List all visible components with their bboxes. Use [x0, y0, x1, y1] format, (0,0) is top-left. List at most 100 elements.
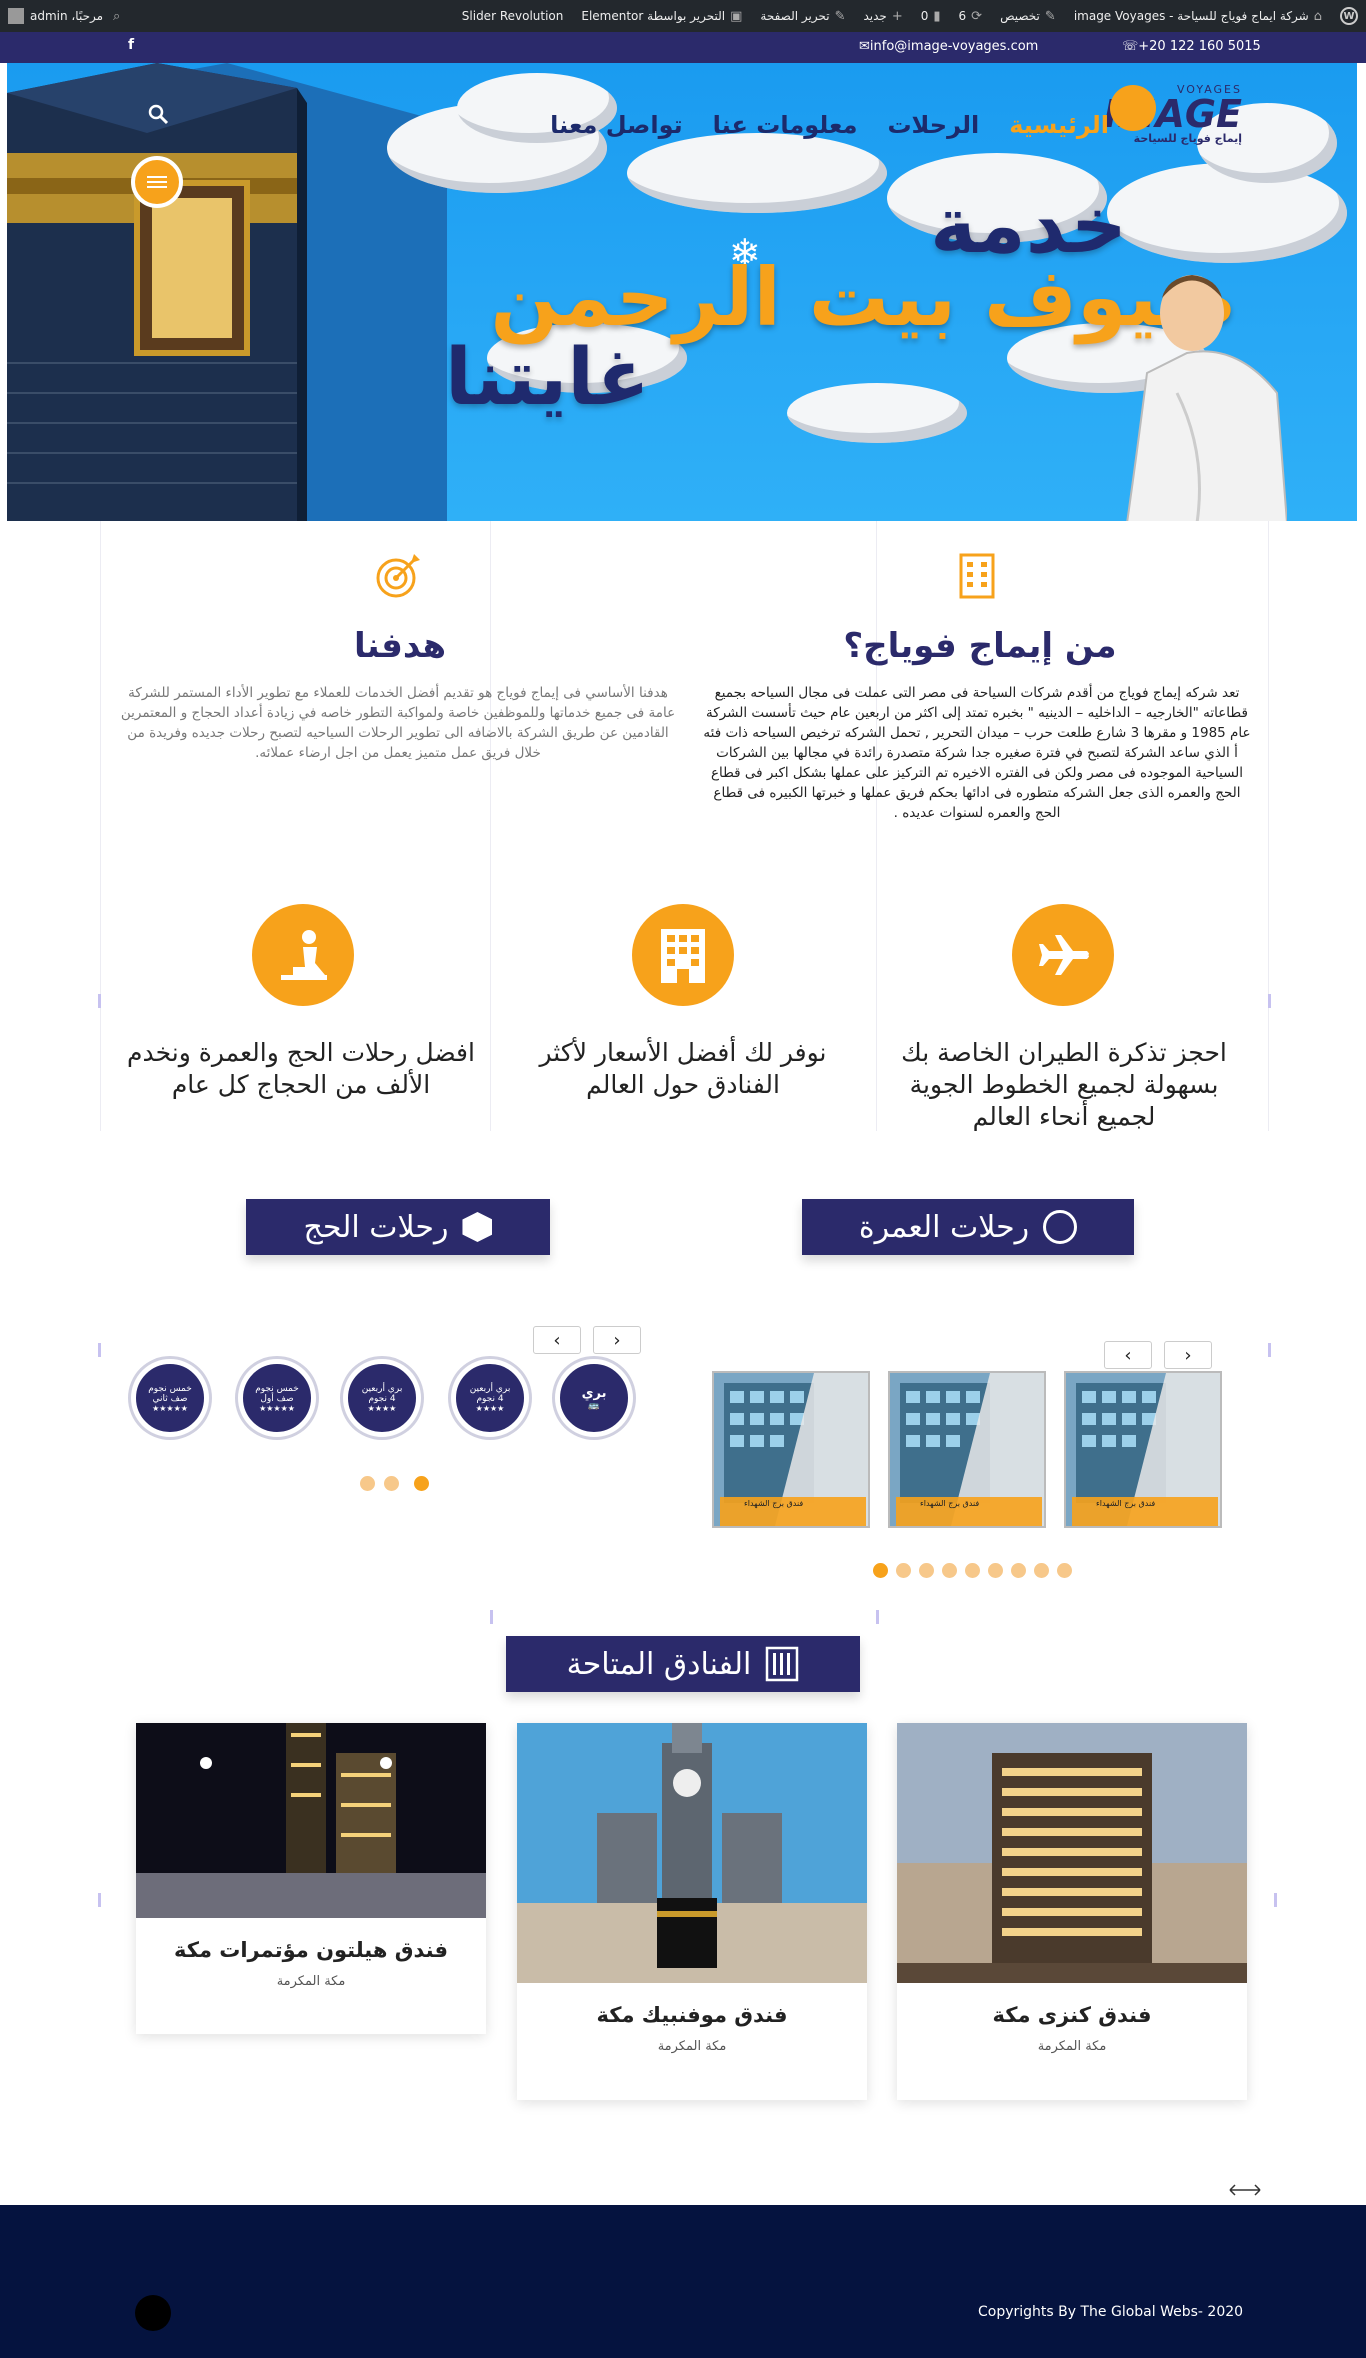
admin-bar: W ⌂ شركة ايماج فوياج للسياحة - image Voya… [0, 0, 1366, 32]
hajj-dot-1[interactable] [414, 1476, 429, 1491]
kaaba-illustration [7, 63, 447, 521]
umrah-card[interactable]: فندق برج الشهداء [712, 1371, 870, 1528]
search-icon[interactable] [147, 103, 169, 125]
admin-comments[interactable]: ▮ 0 [921, 9, 941, 24]
cloud [627, 133, 887, 213]
wp-logo[interactable]: W [1340, 7, 1358, 25]
slider-arrows-icon[interactable] [1228, 2183, 1262, 2197]
umrah-dot-2[interactable] [896, 1563, 911, 1578]
home-icon: ⌂ [1313, 8, 1322, 24]
feature-hajj-text: افضل رحلات الحج والعمرة ونخدم الألف من ا… [127, 1038, 475, 1099]
hajj-badge-land-forty-2[interactable]: بري أربعين 4 نجوم ★★★★ [343, 1359, 421, 1437]
mail-icon: ✉ [859, 39, 870, 54]
nav-trips[interactable]: الرحلات [887, 111, 979, 139]
divider-dash [98, 994, 101, 1008]
hajj-badge-land[interactable]: بري 🚌 [555, 1359, 633, 1437]
admin-updates[interactable]: ⟳ 6 [959, 9, 983, 24]
admin-slider-revolution[interactable]: Slider Revolution [462, 9, 564, 23]
hajj-badge-land-forty[interactable]: بري أربعين 4 نجوم ★★★★ [451, 1359, 529, 1437]
site-logo[interactable]: VOYAGES IMAGE إيماج فوياج للسياحة [1102, 83, 1242, 161]
umrah-card[interactable]: فندق برج الشهداء [1064, 1371, 1222, 1528]
about-text: تعد شركه إيماج فوياج من أقدم شركات السيا… [703, 685, 1251, 821]
hotel-location: مكة المكرمة [276, 1974, 346, 1989]
brush-icon: ✎ [1044, 8, 1056, 24]
umrah-dot-7[interactable] [1011, 1563, 1026, 1578]
hajj-dot-3[interactable] [360, 1476, 375, 1491]
hajj-trips-button[interactable]: رحلات الحج [246, 1199, 550, 1255]
nav-home[interactable]: الرئيسية [1009, 111, 1109, 139]
goal-title: هدفنا [353, 626, 447, 666]
hotel-photo [517, 1723, 867, 1983]
target-icon [376, 554, 420, 598]
hotels-title-button[interactable]: الفنادق المتاحة [506, 1636, 860, 1692]
divider-dash [1268, 1343, 1271, 1357]
umrah-card[interactable]: فندق برج الشهداء [888, 1371, 1046, 1528]
hotel-name: فندق موفنبيك مكة [596, 2003, 788, 2027]
hotel-location: مكة المكرمة [657, 2039, 727, 2054]
umrah-dot-5[interactable] [965, 1563, 980, 1578]
divider-dash [1274, 1893, 1277, 1907]
about-title: من إيماج فوياج؟ [843, 626, 1117, 666]
admin-edit-page[interactable]: ✎ تحرير الصفحة [760, 9, 845, 24]
hotel-location: مكة المكرمة [1037, 2039, 1107, 2054]
hajj-badge-five-second[interactable]: خمس نجوم صف ثاني ★★★★★ [131, 1359, 209, 1437]
admin-bar-right-group: ⌕ مرحبًا، admin [8, 0, 120, 32]
search-icon[interactable]: ⌕ [113, 9, 120, 24]
logo-swoosh [1110, 85, 1156, 131]
column-divider [1268, 521, 1269, 1131]
hotel-card-hilton[interactable]: فندق هيلتون مؤتمرات مكة مكة المكرمة [136, 1723, 486, 2034]
wordpress-icon: W [1340, 7, 1358, 25]
email-link[interactable]: ✉info@image-voyages.com [859, 39, 1038, 54]
comment-icon: ▮ [933, 8, 941, 24]
umrah-dot-1[interactable] [873, 1563, 888, 1578]
menu-toggle-button[interactable] [131, 156, 183, 208]
umrah-dot-8[interactable] [1034, 1563, 1049, 1578]
cloud [787, 383, 967, 443]
elementor-icon: ▣ [730, 8, 743, 24]
umrah-dot-6[interactable] [988, 1563, 1003, 1578]
column-divider [876, 521, 877, 1131]
umrah-dot-3[interactable] [919, 1563, 934, 1578]
contact-bar: ☏+20 122 160 5015 ✉info@image-voyages.co… [0, 32, 1366, 63]
facebook-icon[interactable]: f [128, 37, 134, 53]
umrah-prev-arrow[interactable]: ‹ [1104, 1341, 1152, 1369]
hajj-next-arrow[interactable]: › [593, 1326, 641, 1354]
umrah-trips-button[interactable]: رحلات العمرة [802, 1199, 1134, 1255]
scroll-top-button[interactable] [135, 2295, 171, 2331]
stars-icon: ★★★★ [367, 1403, 397, 1413]
hotel-card-movenpick[interactable]: فندق موفنبيك مكة مكة المكرمة [517, 1723, 867, 2100]
stars-icon: ★★★★★ [259, 1403, 295, 1413]
hotel-photo [136, 1723, 486, 1918]
cloud [1107, 163, 1347, 263]
umrah-next-arrow[interactable]: › [1164, 1341, 1212, 1369]
divider-dash [1268, 994, 1271, 1008]
column-divider [490, 521, 491, 1131]
hotel-card-kenzi[interactable]: فندق كنزى مكة مكة المكرمة [897, 1723, 1247, 2100]
feature-airplane-circle [1012, 904, 1114, 1006]
umrah-dot-4[interactable] [942, 1563, 957, 1578]
admin-new[interactable]: + جديد [863, 9, 902, 24]
feature-hotel-circle [632, 904, 734, 1006]
plus-icon: + [891, 8, 903, 24]
umrah-dot-9[interactable] [1057, 1563, 1072, 1578]
hotel-name: فندق كنزى مكة [992, 2003, 1152, 2027]
hajj-prev-arrow[interactable]: ‹ [533, 1326, 581, 1354]
footer: Copyrights By The Global Webs- 2020 [0, 2205, 1366, 2358]
admin-customize[interactable]: ✎ تخصيص [1000, 9, 1056, 24]
nav-contact[interactable]: تواصل معنا [550, 111, 682, 139]
divider-dash [876, 1610, 879, 1624]
admin-account[interactable]: مرحبًا، admin [8, 8, 103, 24]
building-icon [959, 553, 995, 599]
feature-flights-text: احجز تذكرة الطيران الخاصة بك بسهولة لجمي… [901, 1038, 1227, 1131]
admin-edit-elementor[interactable]: ▣ التحرير بواسطة Elementor [581, 9, 742, 24]
admin-site-name[interactable]: ⌂ شركة ايماج فوياج للسياحة - image Voyage… [1074, 9, 1322, 24]
pilgrim-illustration [1126, 275, 1287, 521]
hotel-icon [661, 929, 705, 983]
nav-about[interactable]: معلومات عنا [713, 111, 858, 139]
main-nav: الرئيسية الرحلات معلومات عنا تواصل معنا [550, 111, 1109, 139]
hajj-dot-2[interactable] [384, 1476, 399, 1491]
hero-slider: VOYAGES IMAGE إيماج فوياج للسياحة الرئيس… [7, 63, 1357, 521]
phone-link[interactable]: ☏+20 122 160 5015 [1122, 39, 1261, 54]
feature-praying-circle [252, 904, 354, 1006]
hajj-badge-five-first[interactable]: خمس نجوم صف أول ★★★★★ [238, 1359, 316, 1437]
